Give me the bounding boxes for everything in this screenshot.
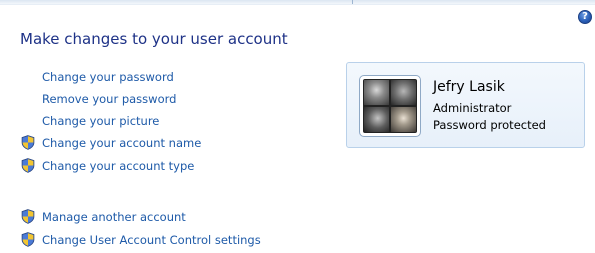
manage-another-account-link[interactable]: Manage another account: [42, 210, 186, 224]
uac-shield-icon: [21, 135, 35, 150]
avatar: [359, 75, 421, 137]
help-icon[interactable]: ?: [578, 10, 592, 24]
user-accounts-page: ? Make changes to your user account Chan…: [0, 0, 595, 253]
user-account-card: Jefry Lasik Administrator Password prote…: [346, 62, 585, 148]
change-account-type-link[interactable]: Change your account type: [42, 159, 194, 173]
change-picture-link[interactable]: Change your picture: [42, 114, 159, 128]
uac-shield-icon: [21, 158, 35, 173]
page-title: Make changes to your user account: [20, 30, 288, 48]
avatar-picture: [363, 79, 417, 133]
account-type-label: Administrator: [433, 101, 512, 115]
window-top-strip: [0, 0, 595, 5]
uac-shield-icon: [21, 232, 35, 247]
top-strip-divider: [352, 0, 353, 4]
change-password-link[interactable]: Change your password: [42, 70, 174, 84]
remove-password-link[interactable]: Remove your password: [42, 92, 176, 106]
password-status-label: Password protected: [433, 118, 546, 132]
change-uac-settings-link[interactable]: Change User Account Control settings: [42, 233, 261, 247]
user-name: Jefry Lasik: [433, 79, 505, 95]
uac-shield-icon: [21, 209, 35, 224]
change-account-name-link[interactable]: Change your account name: [42, 136, 201, 150]
